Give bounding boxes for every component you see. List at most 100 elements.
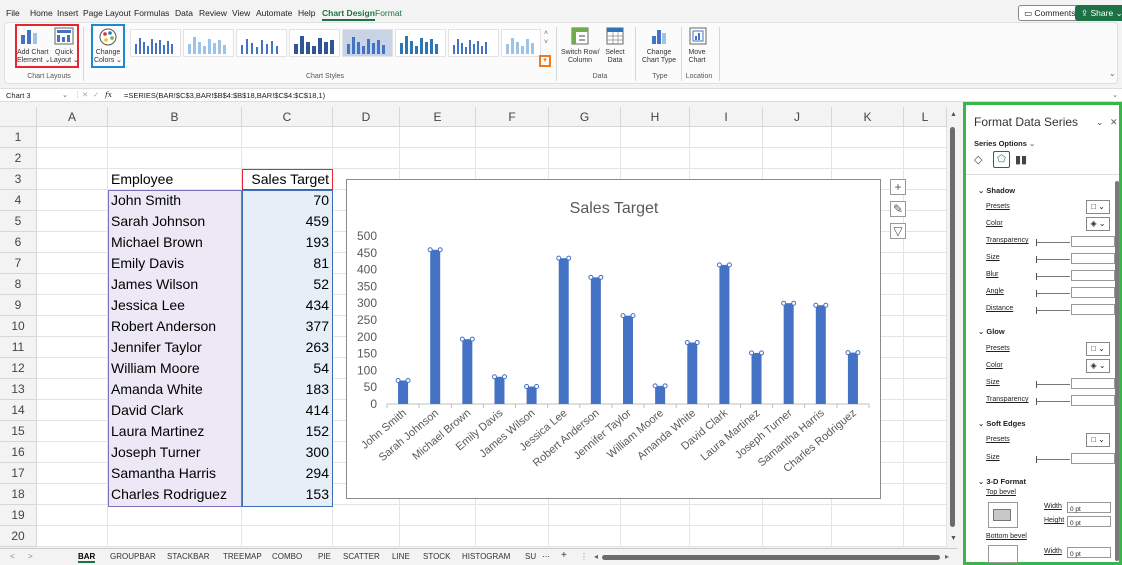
shadow-size-slider[interactable] bbox=[1036, 259, 1070, 260]
soft-edges-size-input[interactable] bbox=[1071, 453, 1115, 464]
employee-cell[interactable]: Samantha Harris bbox=[108, 463, 241, 484]
row-header[interactable]: 12 bbox=[0, 358, 37, 379]
row-header[interactable]: 3 bbox=[0, 169, 37, 190]
sales-target-cell[interactable]: 153 bbox=[242, 484, 332, 505]
sales-target-cell[interactable]: 263 bbox=[242, 337, 332, 358]
shadow-transparency-slider[interactable] bbox=[1036, 242, 1070, 243]
series-options-icon[interactable]: ▮▮ bbox=[1015, 153, 1027, 166]
employee-cell[interactable]: Amanda White bbox=[108, 379, 241, 400]
effects-icon[interactable]: ⬠ bbox=[993, 151, 1010, 168]
row-header[interactable]: 7 bbox=[0, 253, 37, 274]
employee-cell[interactable]: Jessica Lee bbox=[108, 295, 241, 316]
employee-cell[interactable]: James Wilson bbox=[108, 274, 241, 295]
employee-cell[interactable]: John Smith bbox=[108, 190, 241, 211]
name-box[interactable]: Chart 3 bbox=[6, 91, 31, 100]
tab-scatter[interactable]: SCATTER bbox=[343, 552, 380, 561]
employee-cell[interactable]: William Moore bbox=[108, 358, 241, 379]
shadow-size-slider-thumb[interactable] bbox=[1036, 256, 1037, 263]
row-header[interactable]: 1 bbox=[0, 127, 37, 148]
tab-pie[interactable]: PIE bbox=[318, 552, 331, 561]
3d-format-section[interactable]: ⌄ 3-D Format bbox=[978, 477, 1026, 486]
row-header[interactable]: 11 bbox=[0, 337, 37, 358]
row-header[interactable]: 4 bbox=[0, 190, 37, 211]
top-bevel-height-input[interactable]: 0 pt bbox=[1067, 516, 1111, 527]
shadow-angle-slider-thumb[interactable] bbox=[1036, 290, 1037, 297]
chart-filters-button[interactable]: ▽ bbox=[890, 223, 906, 239]
row-header[interactable]: 2 bbox=[0, 148, 37, 169]
row-header[interactable]: 8 bbox=[0, 274, 37, 295]
tab-bar[interactable]: BAR bbox=[78, 552, 96, 563]
sales-target-cell[interactable]: 54 bbox=[242, 358, 332, 379]
shadow-blur-input[interactable] bbox=[1071, 270, 1115, 281]
employee-cell[interactable]: Emily Davis bbox=[108, 253, 241, 274]
horizontal-scroll-thumb[interactable] bbox=[602, 555, 940, 560]
glow-size-input[interactable] bbox=[1071, 378, 1115, 389]
chart-style-7[interactable] bbox=[448, 29, 499, 57]
next-sheet-icon[interactable]: > bbox=[28, 552, 33, 561]
add-sheet-button[interactable]: + bbox=[561, 550, 567, 561]
row-header[interactable]: 9 bbox=[0, 295, 37, 316]
column-header[interactable]: A bbox=[37, 107, 108, 127]
expand-formula-icon[interactable]: ⌄ bbox=[1112, 90, 1118, 99]
shadow-angle-slider[interactable] bbox=[1036, 293, 1070, 294]
series-options-dropdown[interactable]: Series Options ⌄ bbox=[974, 139, 1035, 148]
bottom-bevel-picker[interactable] bbox=[988, 545, 1018, 563]
menu-chart-design[interactable]: Chart Design bbox=[322, 8, 375, 21]
menu-file[interactable]: File bbox=[6, 8, 20, 18]
switch-row-column-button[interactable]: Switch Row/Column bbox=[561, 49, 600, 65]
glow-transparency-slider-thumb[interactable] bbox=[1036, 398, 1037, 405]
glow-transparency-input[interactable] bbox=[1071, 395, 1115, 406]
select-all-corner[interactable] bbox=[0, 107, 37, 127]
shadow-distance-input[interactable] bbox=[1071, 304, 1115, 315]
cancel-icon[interactable]: ✕ bbox=[82, 90, 88, 99]
select-data-button[interactable]: Select Data bbox=[601, 49, 629, 65]
column-header[interactable]: J bbox=[763, 107, 832, 127]
shadow-distance-slider[interactable] bbox=[1036, 310, 1070, 311]
chart-style-6[interactable] bbox=[395, 29, 446, 57]
formula-input[interactable]: =SERIES(BAR!$C$3,BAR!$B$4:$B$18,BAR!$C$4… bbox=[124, 91, 325, 100]
hscroll-right-icon[interactable]: ▸ bbox=[945, 552, 949, 561]
row-header[interactable]: 15 bbox=[0, 421, 37, 442]
chart-style-2[interactable] bbox=[183, 29, 234, 57]
row-header[interactable]: 13 bbox=[0, 379, 37, 400]
row-header[interactable]: 16 bbox=[0, 442, 37, 463]
shadow-distance-slider-thumb[interactable] bbox=[1036, 307, 1037, 314]
share-button[interactable]: ⇪ Share ⌄ bbox=[1075, 5, 1122, 21]
employee-cell[interactable]: Jennifer Taylor bbox=[108, 337, 241, 358]
pane-options-icon[interactable]: ⌄ bbox=[1096, 117, 1104, 128]
sales-target-cell[interactable]: 377 bbox=[242, 316, 332, 337]
glow-transparency-slider[interactable] bbox=[1036, 401, 1070, 402]
name-box-dropdown-icon[interactable]: ⌄ bbox=[62, 90, 68, 99]
row-header[interactable]: 17 bbox=[0, 463, 37, 484]
sales-target-cell[interactable]: 52 bbox=[242, 274, 332, 295]
glow-size-slider[interactable] bbox=[1036, 384, 1070, 385]
sales-target-cell[interactable]: 459 bbox=[242, 211, 332, 232]
employee-cell[interactable]: Laura Martinez bbox=[108, 421, 241, 442]
shadow-presets-dropdown[interactable]: □ ⌄ bbox=[1086, 200, 1110, 214]
soft-edges-section[interactable]: ⌄ Soft Edges bbox=[978, 419, 1026, 428]
sales-target-cell[interactable]: 81 bbox=[242, 253, 332, 274]
menu-home[interactable]: Home bbox=[30, 8, 53, 18]
menu-format[interactable]: Format bbox=[375, 8, 402, 18]
tab-histogram[interactable]: HISTOGRAM bbox=[462, 552, 510, 561]
hscroll-left-icon[interactable]: ◂ bbox=[594, 552, 598, 561]
enter-icon[interactable]: ✓ bbox=[93, 90, 99, 99]
sales-target-cell[interactable]: 70 bbox=[242, 190, 332, 211]
employee-cell[interactable]: David Clark bbox=[108, 400, 241, 421]
row-header[interactable]: 10 bbox=[0, 316, 37, 337]
shadow-angle-input[interactable] bbox=[1071, 287, 1115, 298]
glow-size-slider-thumb[interactable] bbox=[1036, 381, 1037, 388]
prev-sheet-icon[interactable]: < bbox=[10, 552, 15, 561]
header-sales-target-cell[interactable]: Sales Target bbox=[242, 169, 332, 190]
soft-edges-size-slider-thumb[interactable] bbox=[1036, 456, 1037, 463]
collapse-ribbon-icon[interactable]: ⌄ bbox=[1109, 69, 1116, 78]
menu-review[interactable]: Review bbox=[199, 8, 227, 18]
menu-formulas[interactable]: Formulas bbox=[134, 8, 169, 18]
pane-scrollbar[interactable] bbox=[1115, 181, 1119, 561]
shadow-blur-slider-thumb[interactable] bbox=[1036, 273, 1037, 280]
bottom-bevel-width-input[interactable]: 0 pt bbox=[1067, 547, 1111, 558]
top-bevel-picker[interactable] bbox=[988, 502, 1018, 528]
shadow-blur-slider[interactable] bbox=[1036, 276, 1070, 277]
glow-presets-dropdown[interactable]: □ ⌄ bbox=[1086, 342, 1110, 356]
column-header[interactable]: K bbox=[832, 107, 904, 127]
